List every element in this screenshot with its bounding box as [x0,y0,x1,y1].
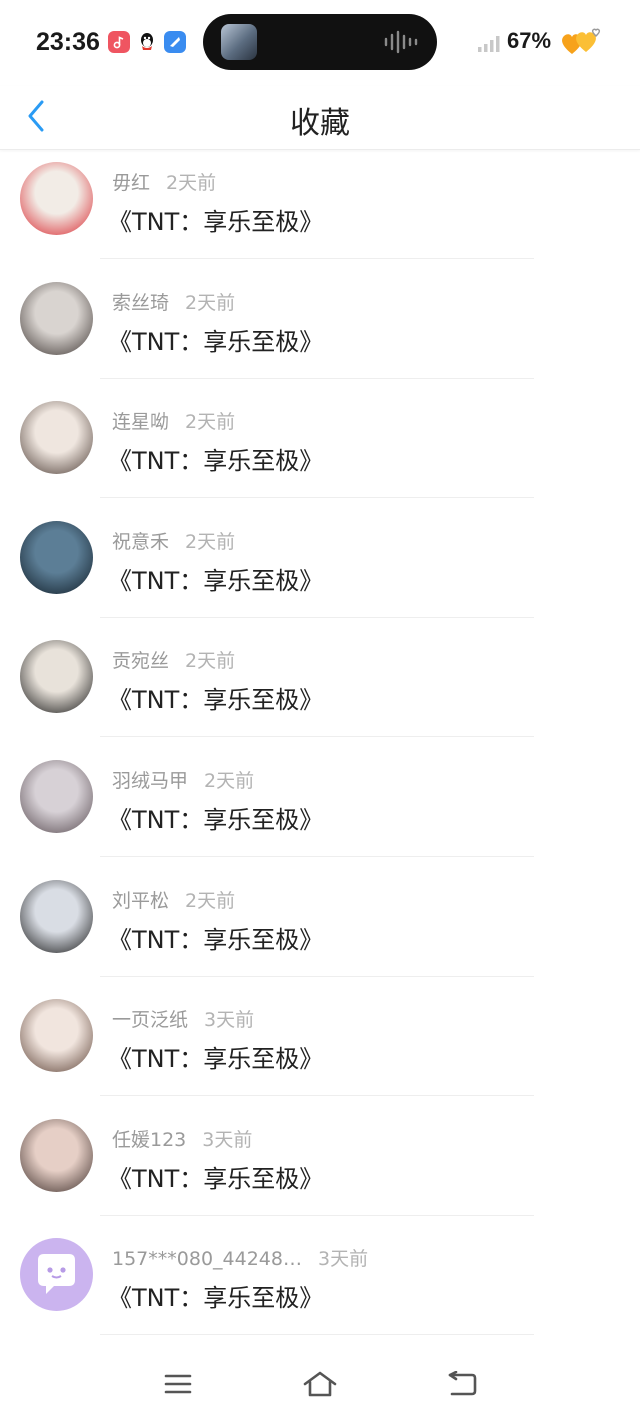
avatar[interactable] [20,520,93,594]
battery-level: 67% [507,28,552,53]
menu-button[interactable] [158,1366,198,1402]
qq-icon [136,31,158,53]
timestamp: 2天前 [185,411,236,434]
list-item[interactable]: 一页泛纸 3天前《TNT：享乐至极》 [0,987,640,1107]
item-meta: 一页泛纸 3天前 [112,1005,254,1032]
audio-wave-icon [384,30,418,54]
list-item[interactable]: 索丝琦 2天前《TNT：享乐至极》 [0,270,640,390]
avatar[interactable] [20,1118,93,1192]
list-item[interactable]: 刘平松 2天前《TNT：享乐至极》 [0,868,640,988]
status-time: 23:36 [36,28,100,56]
page-title: 收藏 [290,106,350,141]
user-name[interactable]: 连星呦 [112,411,169,433]
favorite-title[interactable]: 《TNT：享乐至极》 [108,441,323,476]
timestamp: 2天前 [185,530,236,553]
media-thumbnail [221,24,257,60]
mail-app-icon [164,31,186,53]
item-meta: 连星呦 2天前 [112,407,235,434]
signal-icon [478,36,500,52]
avatar[interactable] [20,401,93,475]
list-item[interactable]: 祝意禾 2天前《TNT：享乐至极》 [0,509,640,629]
item-meta: 157***080_44248… 3天前 [112,1244,368,1271]
user-name[interactable]: 一页泛纸 [112,1009,188,1031]
user-name[interactable]: 羽绒马甲 [112,770,188,792]
avatar[interactable] [20,879,93,953]
timestamp: 2天前 [166,172,217,194]
timestamp: 2天前 [185,291,236,314]
timestamp: 2天前 [204,769,255,792]
item-meta: 毋红 2天前 [112,168,216,195]
avatar[interactable] [20,162,93,235]
avatar[interactable] [20,281,93,355]
divider [100,975,534,977]
divider [100,497,534,499]
timestamp: 3天前 [202,1128,253,1151]
user-name[interactable]: 毋红 [112,172,150,194]
divider [100,855,534,857]
back-nav-button[interactable] [442,1366,482,1402]
home-button[interactable] [300,1366,340,1402]
item-meta: 刘平松 2天前 [112,886,235,913]
item-meta: 索丝琦 2天前 [112,288,235,315]
avatar[interactable] [20,1238,93,1312]
hearts-icon [562,28,601,54]
timestamp: 2天前 [185,889,236,912]
list-item[interactable]: 贡宛丝 2天前《TNT：享乐至极》 [0,628,640,748]
status-bar: 23:36 67% [0,0,640,86]
divider [100,258,534,259]
favorite-title[interactable]: 《TNT：享乐至极》 [108,561,323,596]
back-arrow-icon [448,1371,477,1396]
favorite-title[interactable]: 《TNT：享乐至极》 [108,202,323,237]
list-item[interactable]: 任媛123 3天前《TNT：享乐至极》 [0,1107,640,1227]
user-name[interactable]: 157***080_44248… [112,1248,302,1270]
user-name[interactable]: 刘平松 [112,890,169,912]
dynamic-island[interactable] [203,14,437,70]
list-item[interactable]: 157***080_44248… 3天前《TNT：享乐至极》 [0,1226,640,1346]
divider [100,1334,534,1336]
list-item[interactable]: 连星呦 2天前《TNT：享乐至极》 [0,389,640,509]
item-meta: 贡宛丝 2天前 [112,646,235,673]
timestamp: 3天前 [317,1248,369,1271]
system-navigation [0,1350,640,1422]
item-meta: 祝意禾 2天前 [112,527,235,554]
user-name[interactable]: 任媛123 [112,1129,186,1151]
favorite-title[interactable]: 《TNT：享乐至极》 [108,322,323,357]
timestamp: 3天前 [204,1009,255,1032]
home-icon [303,1371,337,1397]
user-name[interactable]: 贡宛丝 [112,650,169,672]
favorites-list: 毋红 2天前 《TNT：享乐至极》 索丝琦 2天前 《TNT：享乐至极》 连星呦 2天前 《TN… [0,150,640,1346]
divider [100,616,534,618]
avatar[interactable] [20,640,93,714]
favorite-title[interactable]: 《TNT：享乐至极》 [108,800,323,835]
navigation-bar: 收藏 [0,86,640,150]
divider [100,736,534,738]
favorite-title[interactable]: 《TNT：享乐至极》 [108,920,323,955]
divider [100,1214,534,1216]
item-meta: 羽绒马甲 2天前 [112,766,254,793]
timestamp: 2天前 [185,650,236,673]
avatar[interactable] [20,759,93,833]
menu-icon [164,1374,192,1394]
chat-bubble-icon [38,1254,75,1295]
favorite-title[interactable]: 《TNT：享乐至极》 [108,680,323,715]
divider [100,1095,534,1097]
list-item[interactable]: 毋红 2天前《TNT：享乐至极》 [0,150,640,270]
favorite-title[interactable]: 《TNT：享乐至极》 [108,1278,323,1313]
user-name[interactable]: 祝意禾 [112,531,169,553]
avatar[interactable] [20,999,93,1073]
favorite-title[interactable]: 《TNT：享乐至极》 [108,1039,323,1074]
item-meta: 任媛123 3天前 [112,1125,252,1152]
divider [100,377,534,379]
music-app-icon [108,31,130,53]
user-name[interactable]: 索丝琦 [112,292,169,314]
favorite-title[interactable]: 《TNT：享乐至极》 [108,1159,323,1194]
list-item[interactable]: 羽绒马甲 2天前《TNT：享乐至极》 [0,748,640,868]
